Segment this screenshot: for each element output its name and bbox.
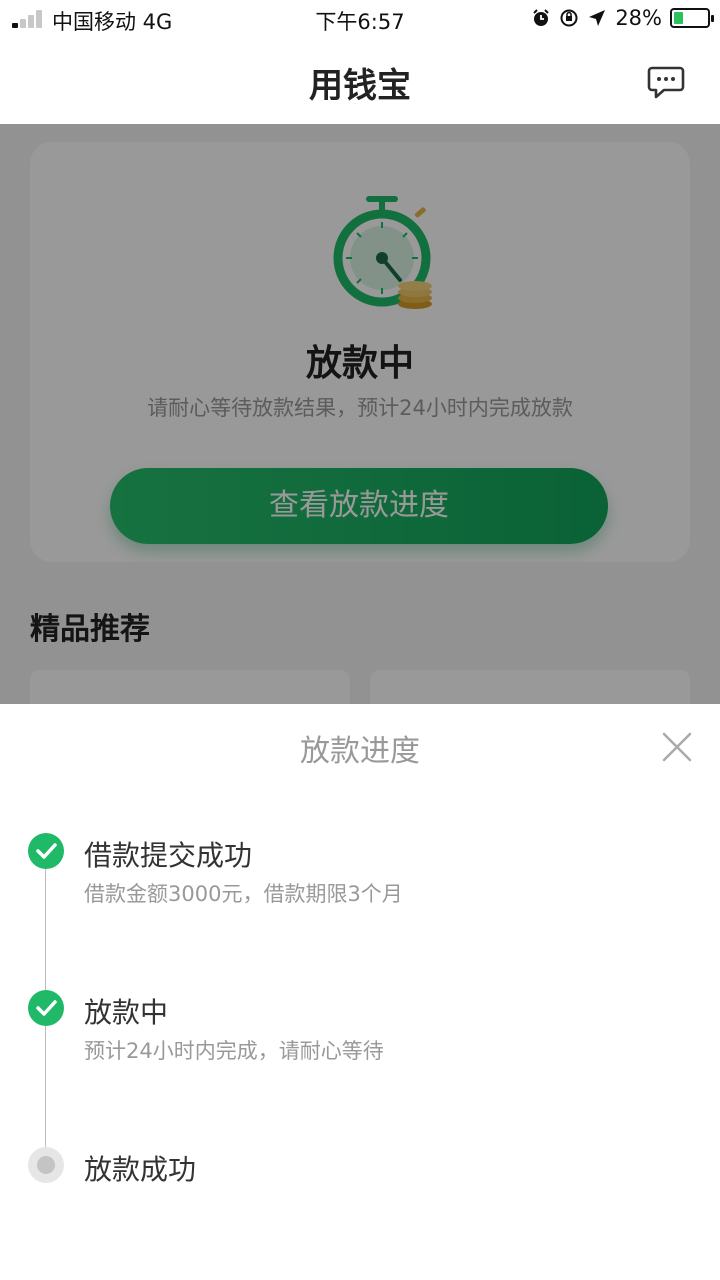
location-arrow-icon [589,10,606,26]
nav-bar: 用钱宝 [0,38,720,124]
alarm-icon [533,9,550,26]
sheet-title: 放款进度 [300,734,420,769]
chat-bubble-icon[interactable] [646,62,686,102]
pending-dot-icon [28,1147,64,1183]
check-circle-icon [28,833,64,869]
step-title-submitted: 借款提交成功 [84,839,253,872]
page-title: 用钱宝 [309,66,411,106]
orientation-lock-icon [560,9,578,27]
battery-percent: 28% [615,6,662,30]
progress-bottom-sheet: 放款进度 借款提交成功 借款金额3000元，借款期限3个月 放款中 预计24小时… [0,704,720,1280]
battery-level [674,12,683,24]
step-desc-disbursing: 预计24小时内完成，请耐心等待 [84,1039,384,1063]
step-desc-submitted: 借款金额3000元，借款期限3个月 [84,882,403,906]
check-circle-icon [28,990,64,1026]
step-title-success: 放款成功 [84,1153,197,1186]
status-bar: 中国移动 4G 下午6:57 28% [0,0,720,38]
battery-charging-icon [670,8,714,28]
step-title-disbursing: 放款中 [84,996,169,1029]
status-right-group: 28% [531,6,714,30]
close-icon[interactable] [660,730,694,764]
modal-overlay[interactable] [0,124,720,704]
